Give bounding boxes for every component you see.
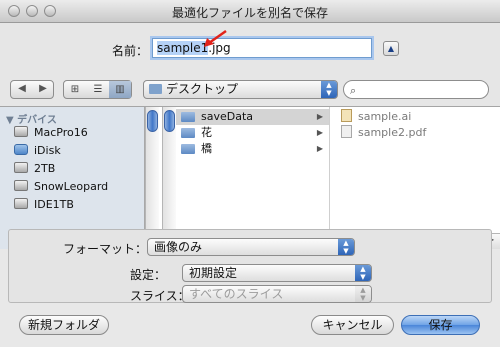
sidebar-item-label: 2TB — [34, 162, 56, 175]
save-dialog: 最適化ファイルを別名で保存 名前： sample1.jpg ▲ ◀ ▶ ⊞ ☰ … — [0, 0, 500, 347]
title-bar: 最適化ファイルを別名で保存 — [0, 0, 500, 23]
name-label: 名前： — [112, 44, 149, 58]
new-folder-button[interactable]: 新規フォルダ — [19, 315, 109, 335]
ai-file-icon — [341, 109, 352, 122]
pdf-file-icon — [341, 125, 352, 138]
column1-scrollbar[interactable] — [162, 107, 176, 233]
sidebar-item-label: iDisk — [34, 144, 61, 157]
folder-icon — [181, 144, 195, 154]
sidebar-item-label: SnowLeopard — [34, 180, 109, 193]
popup-arrows-icon: ▲ ▼ — [338, 239, 354, 255]
view-mode-control: ⊞ ☰ ▥ — [63, 80, 132, 99]
settings-popup[interactable]: 初期設定 ▲ ▼ — [182, 264, 372, 282]
popup-arrows-icon: ▲ ▼ — [355, 286, 371, 302]
sidebar-header-devices[interactable]: ▼ デバイス — [6, 111, 57, 126]
list-view-icon[interactable]: ☰ — [87, 81, 109, 98]
hard-drive-icon — [14, 126, 28, 137]
search-field[interactable]: ⌕ — [343, 80, 489, 99]
location-popup[interactable]: デスクトップ ▲ ▼ — [143, 80, 338, 99]
format-value: 画像のみ — [154, 240, 203, 254]
chevron-right-icon: ▶ — [316, 144, 323, 153]
top-pane: 名前： sample1.jpg ▲ ◀ ▶ ⊞ ☰ ▥ デスクトップ ▲▼ ⌕ — [0, 23, 500, 249]
list-item-sample-ai[interactable]: sample.ai — [341, 109, 411, 125]
sidebar-item-snowleopard[interactable]: SnowLeopard — [14, 179, 108, 195]
list-item-hana[interactable]: 花 ▶ — [162, 125, 329, 141]
save-button[interactable]: 保存 — [401, 315, 480, 335]
slices-popup: すべてのスライス ▲ ▼ — [182, 285, 372, 303]
sidebar: ▼ デバイス MacPro16 iDisk 2TB SnowLeopard ID… — [0, 107, 145, 249]
hard-drive-icon — [14, 162, 28, 173]
back-forward-control: ◀ ▶ — [10, 80, 54, 99]
folder-icon — [181, 128, 195, 138]
file-browser: ▼ デバイス MacPro16 iDisk 2TB SnowLeopard ID… — [0, 106, 500, 249]
filename-input[interactable]: sample1.jpg — [152, 38, 372, 58]
settings-value: 初期設定 — [189, 266, 238, 280]
location-label: デスクトップ — [166, 82, 239, 96]
list-item-hashi[interactable]: 橋 ▶ — [162, 141, 329, 157]
sidebar-item-label: MacPro16 — [34, 126, 88, 139]
sidebar-item-label: IDE1TB — [34, 198, 74, 211]
popup-arrows-icon: ▲ ▼ — [321, 81, 337, 98]
options-pane: フォーマット： 画像のみ ▲ ▼ 設定： 初期設定 ▲ ▼ スライス： すべてのスラ… — [8, 229, 492, 303]
format-popup[interactable]: 画像のみ ▲ ▼ — [147, 238, 355, 256]
slices-value: すべてのスライス — [189, 287, 284, 301]
icon-view-icon[interactable]: ⊞ — [64, 81, 86, 98]
back-button[interactable]: ◀ — [12, 83, 32, 94]
list-item-label: saveData — [201, 110, 254, 123]
hard-drive-icon — [14, 198, 28, 209]
scroll-thumb[interactable] — [147, 110, 158, 132]
idisk-icon — [14, 144, 28, 155]
column0-scrollbar[interactable] — [145, 107, 159, 233]
list-item-savedata[interactable]: saveData ▶ — [162, 109, 329, 125]
chevron-right-icon: ▶ — [316, 128, 323, 137]
forward-button[interactable]: ▶ — [33, 83, 53, 94]
folder-icon — [181, 112, 195, 122]
browser-column-2: sample.ai sample2.pdf — [336, 107, 486, 233]
popup-arrows-icon: ▲ ▼ — [355, 265, 371, 281]
format-label: フォーマット： — [63, 242, 148, 256]
list-item-label: 花 — [201, 126, 212, 139]
search-icon: ⌕ — [350, 84, 357, 97]
column-view-icon[interactable]: ▥ — [109, 81, 131, 98]
chevron-right-icon: ▶ — [316, 112, 323, 121]
settings-label: 設定： — [130, 268, 167, 282]
cancel-button[interactable]: キャンセル — [311, 315, 394, 335]
sidebar-item-macpro16[interactable]: MacPro16 — [14, 125, 88, 141]
list-item-label: sample.ai — [358, 110, 412, 123]
hard-drive-icon — [14, 180, 28, 191]
list-item-label: sample2.pdf — [358, 126, 427, 139]
collapse-disclosure-button[interactable]: ▲ — [383, 41, 399, 56]
scroll-thumb[interactable] — [164, 110, 175, 132]
slices-label: スライス： — [130, 289, 190, 303]
browser-column-1: saveData ▶ 花 ▶ 橋 ▶ — [162, 107, 330, 233]
annotation-arrow-icon — [204, 29, 227, 47]
folder-icon — [149, 84, 162, 94]
sidebar-item-idisk[interactable]: iDisk — [14, 143, 61, 159]
sidebar-item-2tb[interactable]: 2TB — [14, 161, 55, 177]
sidebar-item-ide1tb[interactable]: IDE1TB — [14, 197, 74, 213]
list-item-label: 橋 — [201, 142, 212, 155]
window-title: 最適化ファイルを別名で保存 — [171, 6, 328, 20]
list-item-sample2-pdf[interactable]: sample2.pdf — [341, 125, 426, 141]
